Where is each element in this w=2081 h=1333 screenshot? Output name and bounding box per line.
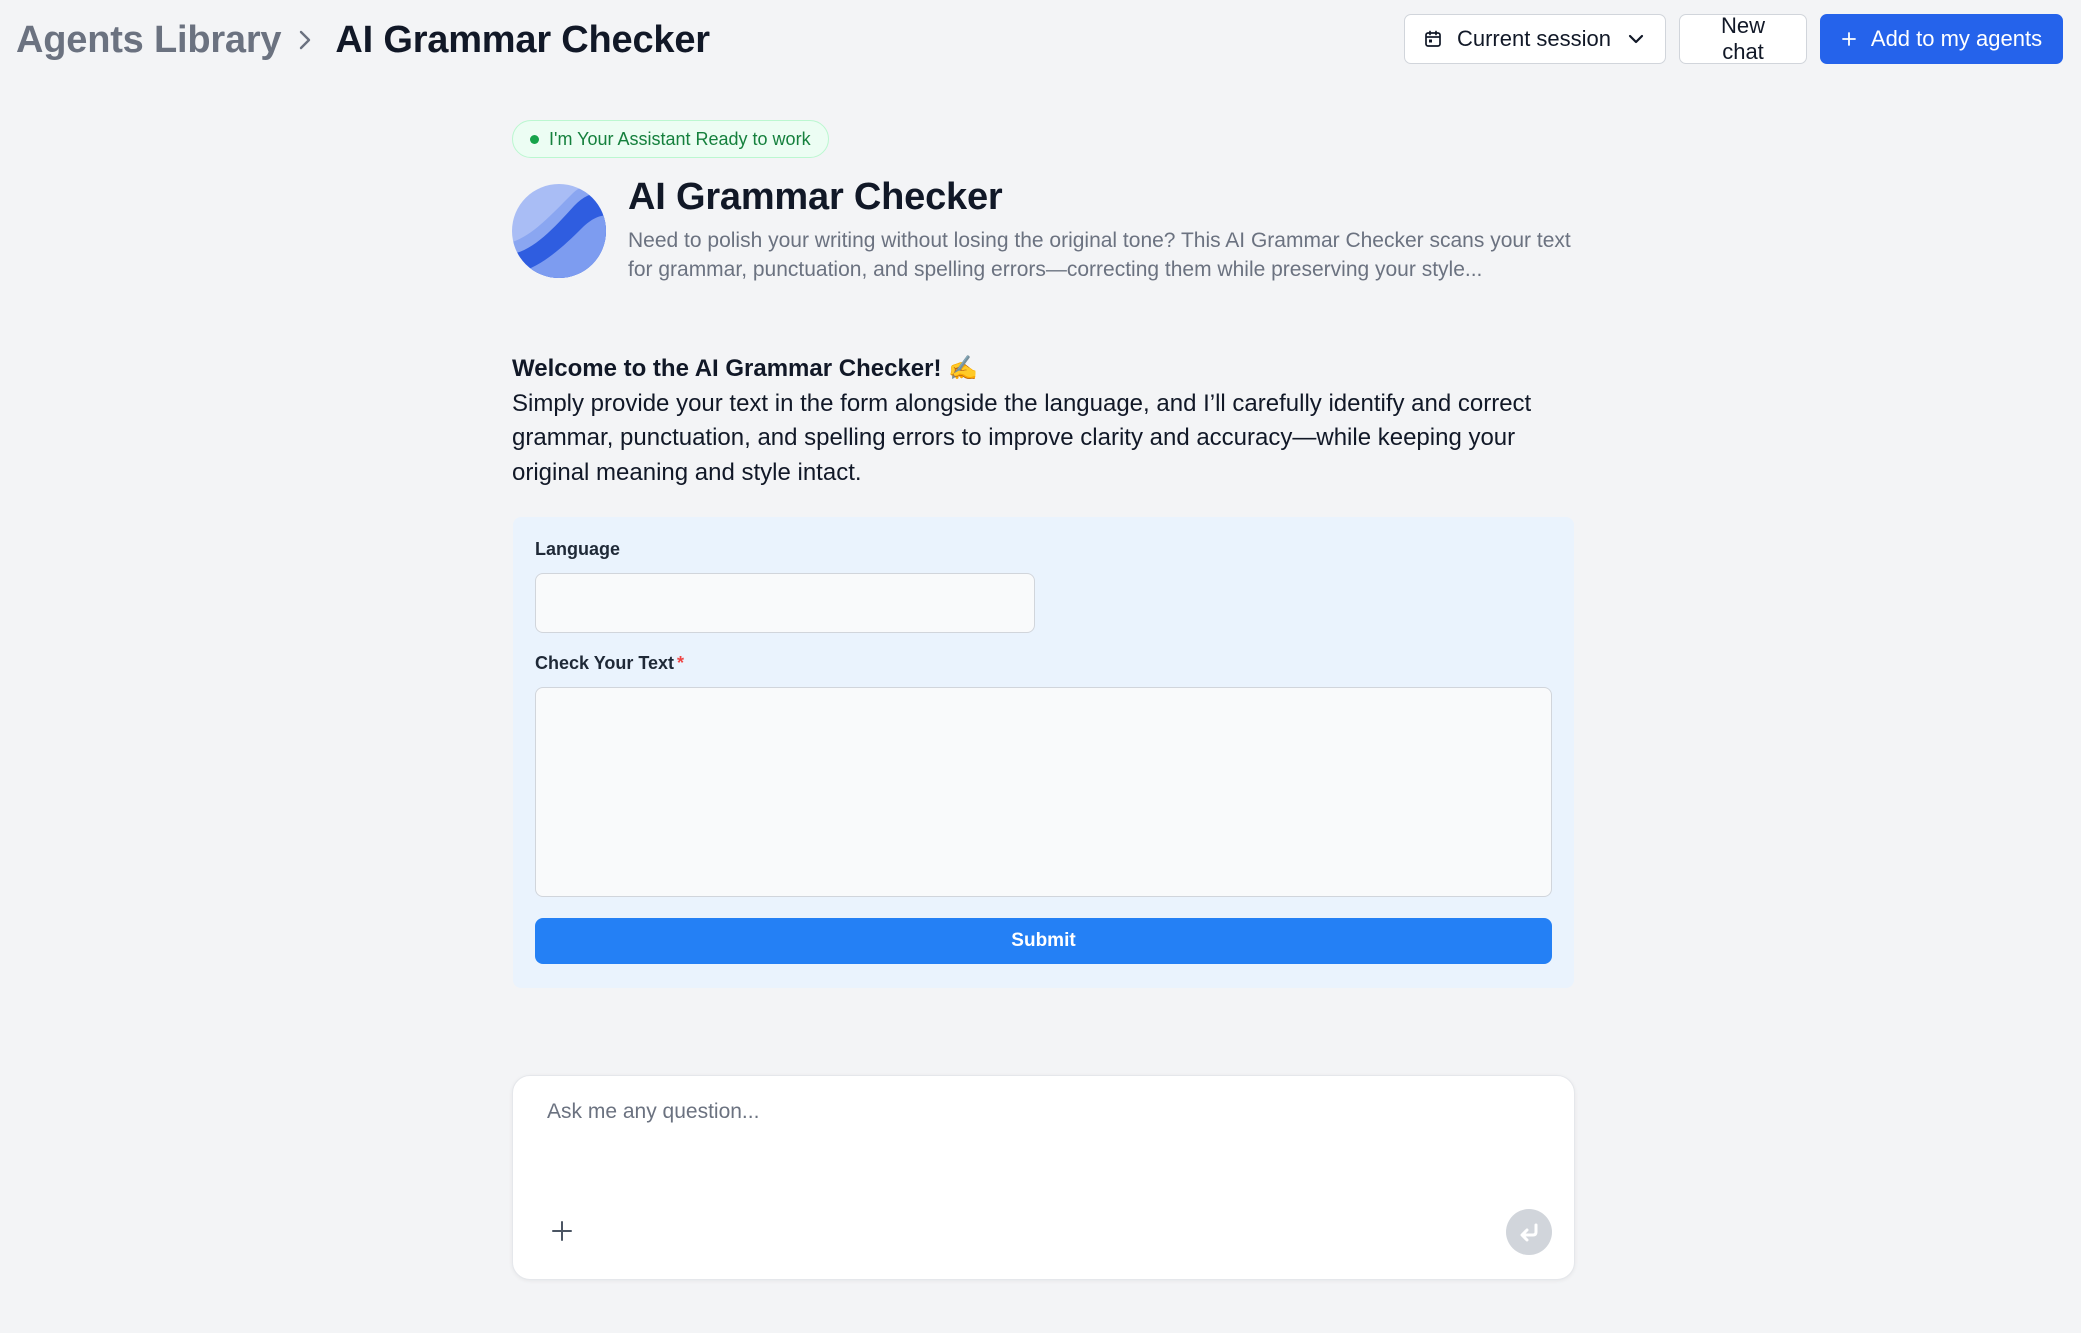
- language-label: Language: [535, 539, 621, 559]
- status-text: I'm Your Assistant Ready to work: [549, 128, 811, 149]
- chat-composer: [512, 1075, 1575, 1280]
- chevron-down-icon: [1625, 28, 1647, 50]
- breadcrumb-current-page: AI Grammar Checker: [335, 18, 710, 61]
- send-button[interactable]: [1506, 1209, 1552, 1255]
- status-dot-icon: [530, 134, 539, 144]
- agent-title: AI Grammar Checker: [628, 176, 1003, 218]
- current-session-dropdown[interactable]: Current session: [1404, 14, 1666, 64]
- chat-input[interactable]: [547, 1094, 1537, 1176]
- calendar-icon: [1423, 29, 1443, 49]
- grammar-check-form: Language Check Your Text * Submit: [513, 517, 1574, 988]
- chevron-right-icon: [287, 22, 323, 58]
- language-input[interactable]: [535, 573, 1035, 633]
- top-header: Agents Library AI Grammar Checker Curren…: [0, 0, 2081, 82]
- required-asterisk: *: [677, 653, 685, 673]
- attach-button[interactable]: [547, 1216, 577, 1246]
- status-badge: I'm Your Assistant Ready to work: [512, 120, 829, 158]
- check-text-label-text: Check Your Text: [535, 653, 675, 673]
- new-chat-button[interactable]: New chat: [1679, 13, 1807, 64]
- check-text-textarea[interactable]: [535, 687, 1552, 897]
- plus-icon: [1841, 31, 1857, 47]
- agent-description: Need to polish your writing without losi…: [628, 229, 1571, 281]
- current-session-label: Current session: [1456, 26, 1612, 51]
- agent-avatar: [512, 184, 606, 278]
- add-to-my-agents-label: Add to my agents: [1870, 26, 2043, 51]
- welcome-body: Simply provide your text in the form alo…: [512, 389, 1532, 486]
- submit-button[interactable]: Submit: [535, 918, 1552, 964]
- header-actions: Current session New chat Add to my agent…: [1404, 13, 2063, 64]
- welcome-title: Welcome to the AI Grammar Checker! ✍️: [512, 355, 979, 382]
- breadcrumb: Agents Library AI Grammar Checker: [16, 14, 710, 66]
- wave-logo-icon: [512, 184, 606, 278]
- check-text-label: Check Your Text *: [535, 653, 684, 674]
- welcome-message: Welcome to the AI Grammar Checker! ✍️ Si…: [512, 352, 1582, 490]
- enter-return-icon: [1520, 1223, 1538, 1242]
- breadcrumb-agents-library[interactable]: Agents Library: [16, 19, 282, 62]
- add-to-my-agents-button[interactable]: Add to my agents: [1820, 14, 2063, 64]
- plus-icon: [552, 1221, 572, 1241]
